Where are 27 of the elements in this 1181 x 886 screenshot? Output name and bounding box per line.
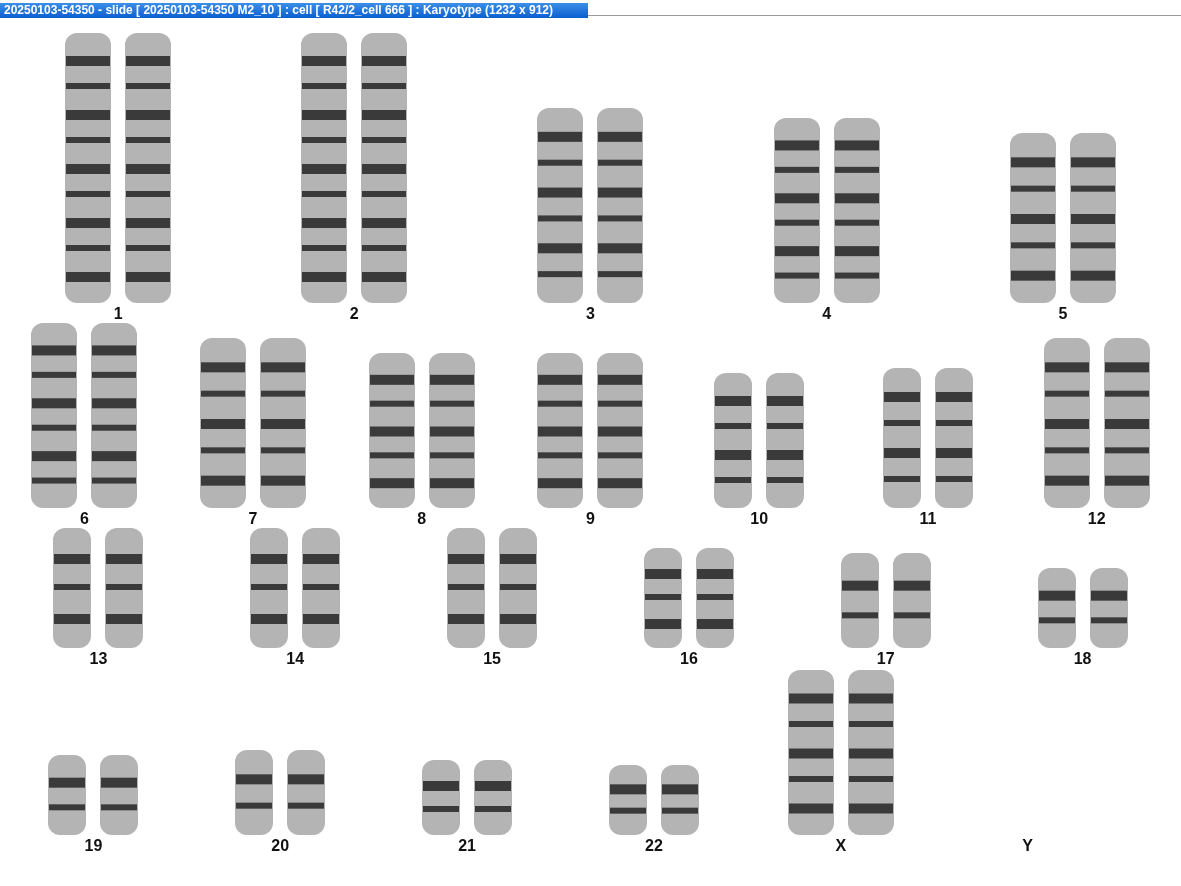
chromosome-label: 14 xyxy=(286,650,305,668)
chromosome-label: 3 xyxy=(586,305,595,323)
chromosome-label: 6 xyxy=(79,510,89,528)
chromosome-label: 12 xyxy=(1087,510,1106,528)
chromosome-label: 18 xyxy=(1073,650,1092,668)
chromosome-label: 15 xyxy=(483,650,501,668)
chromosome-label: 7 xyxy=(248,510,258,528)
chromosome-label: 4 xyxy=(822,305,832,323)
chromosome-label: 9 xyxy=(586,510,595,528)
window-title: 20250103-54350 - slide [ 20250103-54350 M2_10 ] : cell [ R42/2_cell 666 ] : Karyotype (1232 x 912) xyxy=(0,3,588,18)
chromosome-label: 10 xyxy=(750,510,769,528)
chromosome-label: 11 xyxy=(919,510,937,528)
chromosome-label: 5 xyxy=(1058,305,1068,323)
chromosome-label: 1 xyxy=(113,305,123,323)
chromosome-label: X xyxy=(835,837,847,855)
chromosome-label: 19 xyxy=(84,837,103,855)
chromosome-label: 13 xyxy=(89,650,108,668)
chromosome-label: 17 xyxy=(876,650,895,668)
chromosome-label: 21 xyxy=(458,837,476,855)
chromosome-drawing xyxy=(658,765,701,835)
chromosome-drawing xyxy=(606,765,649,835)
chromosome-label: 2 xyxy=(349,305,359,323)
chromosome-label: 20 xyxy=(271,837,290,855)
chromosome-label: 8 xyxy=(417,510,427,528)
chromosome-label: 16 xyxy=(680,650,698,668)
chromosome-label: 22 xyxy=(645,837,663,855)
chromosome-label: Y xyxy=(1022,837,1033,855)
